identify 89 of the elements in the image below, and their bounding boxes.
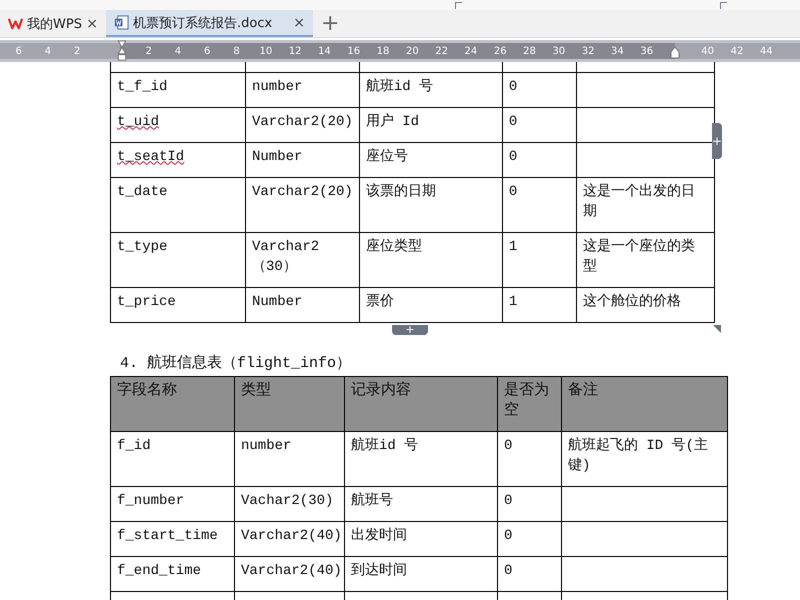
document-icon <box>114 15 129 30</box>
cell-text: t_uid <box>117 114 160 130</box>
header-cell: 记录内容 <box>344 376 498 431</box>
cell-text: number <box>241 438 292 454</box>
cell-text: 0 <box>504 528 512 544</box>
ruler-number: 4 <box>174 46 182 56</box>
cell-text: 该票的日期 <box>366 184 436 200</box>
cell-text: Number <box>252 294 302 310</box>
cell-text: t_type <box>117 238 168 254</box>
ruler-number: 18 <box>376 46 390 56</box>
header-cell: 备注 <box>562 376 728 431</box>
tab-label: 我的WPS <box>27 16 82 32</box>
cell-text: t_seatId <box>117 148 184 164</box>
header-cell: 字段名称 <box>110 376 234 431</box>
cell-text: 这是一个座位的类型 <box>582 238 695 274</box>
cell-text: 航班号 <box>351 492 393 508</box>
cell-text: 0 <box>504 438 512 454</box>
page-corner-icon <box>455 2 462 9</box>
cell-text: 0 <box>508 148 518 164</box>
ruler-number: 10 <box>258 46 274 56</box>
cell-text: 票价 <box>366 294 394 310</box>
new-tab-button[interactable]: + <box>313 10 348 37</box>
ruler-number: 36 <box>639 46 654 56</box>
document-tab[interactable]: 机票预订系统报告.docx × <box>106 10 313 37</box>
header-cell: 类型 <box>234 376 344 431</box>
cell-text: 这是一个出发的日期 <box>582 184 695 220</box>
cell-text: number <box>252 78 302 94</box>
cell-text: 0 <box>508 78 518 94</box>
add-column-button[interactable]: + <box>712 123 722 159</box>
cell-text: t_date <box>117 184 168 200</box>
cell-text: Varchar2(40) <box>241 562 342 578</box>
document-tab[interactable]: 我的WPS × <box>0 10 106 37</box>
cell-text: 到达时间 <box>351 562 407 578</box>
ruler-number: 16 <box>346 46 362 56</box>
cell-text: 0 <box>508 184 518 200</box>
section-heading: 4. 航班信息表（flight_info） <box>120 353 352 372</box>
ruler-number: 4 <box>44 46 52 56</box>
ruler-number: 14 <box>317 46 332 56</box>
ruler-number: 44 <box>758 46 774 56</box>
ruler-number: 40 <box>700 46 716 56</box>
cell-text: 0 <box>508 114 518 130</box>
add-row-button[interactable]: + <box>392 325 428 335</box>
ruler-number: 6 <box>203 46 212 56</box>
cell-text: Varchar2(20) <box>252 114 353 130</box>
ruler-number: 28 <box>522 46 537 56</box>
cell-text: 0 <box>504 562 512 578</box>
cell-text: 座位号 <box>366 148 408 164</box>
w-logo-icon <box>8 16 23 31</box>
cell-text: Varchar2(20) <box>252 184 353 200</box>
page-corner-icon <box>720 2 727 9</box>
cell-text: 用户 Id <box>366 114 420 130</box>
ruler-number: 24 <box>464 46 478 56</box>
cell-text: t_f_id <box>117 78 168 94</box>
cell-text: f_end_time <box>117 562 202 578</box>
cell-text: 1 <box>508 294 518 310</box>
cell-text: 这个舱位的价格 <box>582 294 681 310</box>
cell-text: t_price <box>117 294 176 310</box>
cell-text: Vachar2(30) <box>241 492 334 508</box>
cell-text: f_start_time <box>117 528 218 544</box>
ruler-number: 30 <box>551 46 566 56</box>
cell-text: 0 <box>504 492 512 508</box>
ruler-number: 2 <box>144 46 153 56</box>
cell-text: 出发时间 <box>351 528 407 544</box>
header-cell: 是否为空 <box>498 376 562 431</box>
ruler-number: 26 <box>492 46 508 56</box>
cell-text: Number <box>252 148 302 164</box>
cell-text: Varchar2(40) <box>241 528 342 544</box>
cell-text: f_number <box>117 492 184 508</box>
cell-text: 1 <box>508 238 518 254</box>
ruler-number: 12 <box>288 46 302 56</box>
cell-text: 航班起飞的 ID 号(主键) <box>568 438 708 474</box>
cell-text: f_id <box>117 438 151 454</box>
cell-text: 航班id 号 <box>351 438 418 454</box>
ruler-number: 8 <box>232 46 241 56</box>
ruler-number: 32 <box>580 46 596 56</box>
close-tab-button[interactable]: × <box>86 16 98 32</box>
ruler-number: 42 <box>730 46 744 56</box>
cell-text: 航班id 号 <box>366 78 434 94</box>
ruler-number: 20 <box>404 46 420 56</box>
tab-label: 机票预订系统报告.docx <box>133 14 274 32</box>
resize-handle-icon[interactable] <box>712 324 722 334</box>
indent-marker-icon[interactable] <box>117 40 127 62</box>
cell-text: 座位类型 <box>366 238 422 254</box>
ruler-number: 22 <box>434 46 449 56</box>
ruler-number: 2 <box>73 46 82 56</box>
ruler-number: 6 <box>14 46 23 56</box>
cell-text: Varchar2（30） <box>252 238 320 274</box>
close-tab-button[interactable]: × <box>293 14 305 30</box>
ruler-number: 34 <box>610 46 625 56</box>
